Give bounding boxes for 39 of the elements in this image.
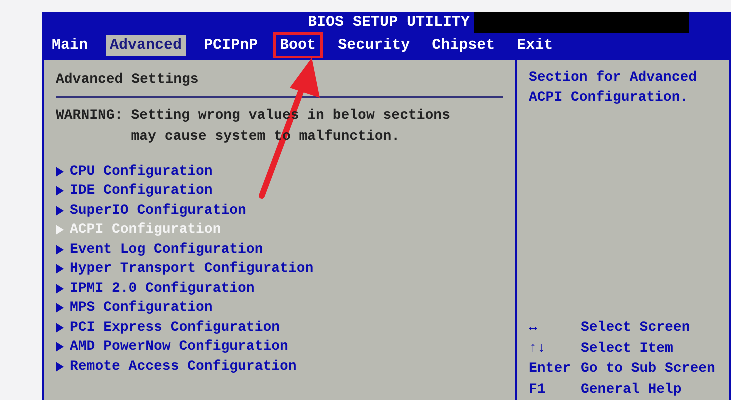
triangle-icon	[56, 303, 64, 314]
menu-tab[interactable]: PCIPnP	[200, 35, 262, 56]
triangle-icon	[56, 206, 64, 216]
menu-item[interactable]: Hyper Transport Configuration	[70, 261, 314, 278]
triangle-icon	[56, 225, 64, 236]
menu-item[interactable]: Remote Access Configuration	[70, 358, 297, 375]
key-action: Select Screen	[581, 319, 692, 338]
triangle-icon	[56, 186, 64, 196]
key-action: Go to Sub Screen	[581, 360, 716, 379]
menu-item[interactable]: PCI Express Configuration	[70, 320, 280, 336]
menu-item[interactable]: MPS Configuration	[70, 300, 213, 316]
triangle-icon	[56, 342, 64, 352]
menu-item[interactable]: CPU Configuration	[70, 164, 213, 180]
menu-item[interactable]: Event Log Configuration	[70, 242, 264, 258]
key-name: ↔	[529, 319, 538, 338]
menu-item[interactable]: SuperIO Configuration	[70, 202, 246, 219]
triangle-icon	[56, 166, 64, 177]
menu-tab[interactable]: Main	[48, 35, 92, 56]
key-name: ↑↓	[529, 340, 547, 358]
menu-tab[interactable]: Boot	[276, 35, 320, 56]
help-text: Section for Advanced ACPI Configuration.	[529, 69, 698, 108]
triangle-icon	[56, 362, 64, 372]
section-heading: Advanced Settings	[56, 71, 200, 90]
triangle-icon	[56, 264, 64, 274]
triangle-icon	[56, 284, 64, 294]
key-name: Enter	[529, 360, 572, 379]
menu-item[interactable]: IDE Configuration	[70, 183, 213, 200]
menu-tab[interactable]: Advanced	[106, 35, 186, 56]
key-action: General Help	[581, 380, 683, 400]
menu-item[interactable]: IPMI 2.0 Configuration	[70, 280, 255, 297]
menu-tab[interactable]: Chipset	[428, 35, 500, 56]
key-action: Select Item	[581, 340, 674, 358]
triangle-icon	[56, 322, 64, 333]
menu-item[interactable]: AMD PowerNow Configuration	[70, 339, 288, 356]
triangle-icon	[56, 244, 64, 255]
warning-label: WARNING:	[56, 107, 124, 126]
menu-tab[interactable]: Exit	[513, 35, 558, 56]
key-name: F1	[529, 380, 547, 400]
menu-tab[interactable]: Security	[334, 35, 414, 56]
